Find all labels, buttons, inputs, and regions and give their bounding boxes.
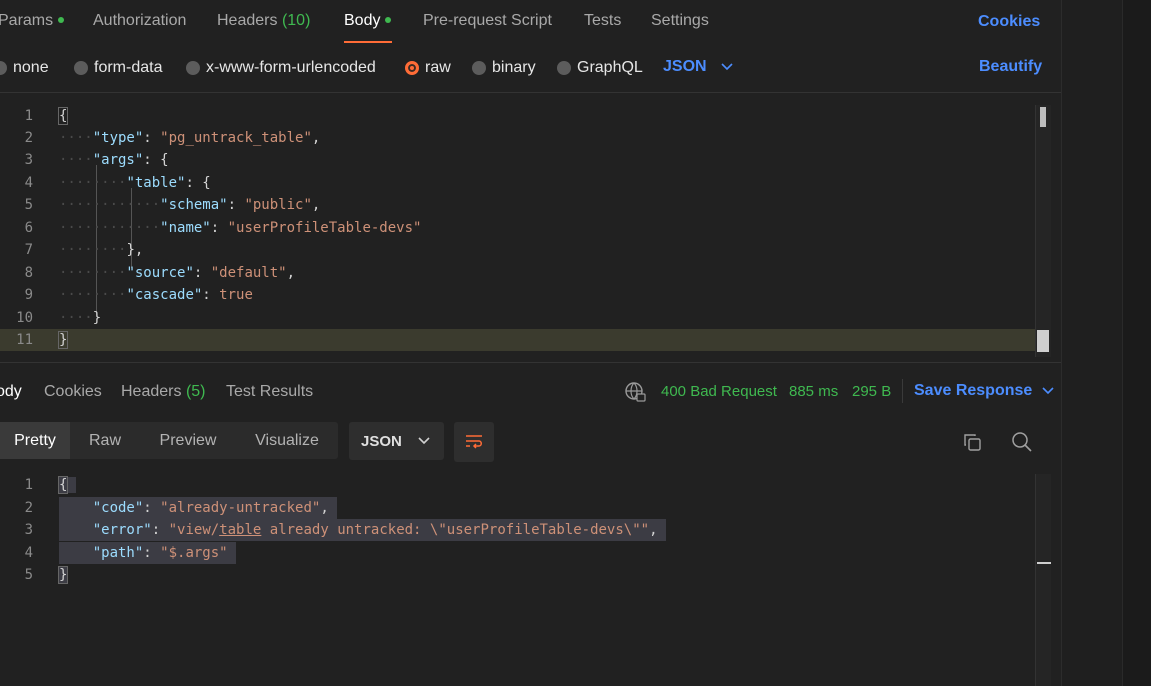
code-line: 5} bbox=[24, 566, 69, 584]
response-status[interactable]: 400 Bad Request bbox=[661, 383, 777, 400]
radio-form-data[interactable]: form-data bbox=[74, 58, 162, 78]
tab-test-results[interactable]: Test Results bbox=[226, 383, 313, 401]
copy-button[interactable] bbox=[960, 430, 984, 454]
tab-response-body[interactable]: ody bbox=[0, 383, 22, 401]
radio-circle-selected bbox=[405, 61, 419, 75]
tab-settings[interactable]: Settings bbox=[651, 12, 709, 30]
request-tabs: Params Authorization Headers (10) Body P… bbox=[0, 0, 1061, 44]
code-line: 3 ····"args": { bbox=[24, 152, 169, 168]
response-view-modes: Pretty Raw Preview Visualize bbox=[0, 422, 338, 459]
chevron-down-icon bbox=[1042, 387, 1054, 395]
headers-count: (10) bbox=[281, 12, 311, 29]
code-line: 4 ········"table": { bbox=[24, 175, 211, 191]
response-body-viewer[interactable]: 1{ 2 "code": "already-untracked", 3 "err… bbox=[0, 474, 1061, 686]
code-line: 10 ····} bbox=[16, 310, 102, 326]
request-response-panel: Params Authorization Headers (10) Body P… bbox=[0, 0, 1061, 686]
copy-icon bbox=[964, 434, 981, 451]
request-body-editor[interactable]: 1{ 2 ····"type": "pg_untrack_table", 3 ···… bbox=[0, 105, 1061, 357]
scrollbar-marker bbox=[1037, 562, 1051, 564]
preview-button[interactable]: Preview bbox=[140, 422, 236, 459]
response-size[interactable]: 295 B bbox=[852, 383, 891, 400]
request-editor-scrollbar[interactable] bbox=[1035, 105, 1051, 357]
tab-prerequest-script[interactable]: Pre-request Script bbox=[423, 12, 552, 30]
tab-tests[interactable]: Tests bbox=[584, 12, 621, 30]
code-line: 9 ········"cascade": true bbox=[24, 287, 253, 303]
body-format-select[interactable]: JSON bbox=[663, 58, 733, 76]
beautify-button[interactable]: Beautify bbox=[979, 58, 1042, 76]
search-icon bbox=[1012, 432, 1032, 452]
code-line: 1{ bbox=[24, 107, 69, 125]
save-response-button[interactable]: Save Response bbox=[914, 382, 1054, 400]
code-line-current: 11} bbox=[0, 329, 1035, 351]
visualize-button[interactable]: Visualize bbox=[236, 422, 338, 459]
wrap-lines-icon bbox=[466, 435, 482, 449]
divider bbox=[0, 362, 1061, 363]
wrap-lines-button[interactable] bbox=[454, 422, 494, 462]
code-line: 2 "code": "already-untracked", bbox=[0, 497, 1035, 519]
tab-headers[interactable]: Headers (10) bbox=[217, 12, 310, 30]
active-tab-underline bbox=[344, 41, 392, 43]
tab-authorization[interactable]: Authorization bbox=[93, 12, 186, 30]
code-line: 3 "error": "view/table already untracked… bbox=[0, 519, 1035, 541]
radio-circle bbox=[557, 61, 571, 75]
divider bbox=[0, 92, 1061, 93]
code-line: 6 ············"name": "userProfileTable-d… bbox=[24, 220, 422, 236]
radio-circle bbox=[472, 61, 486, 75]
right-sidebar bbox=[1122, 0, 1151, 686]
code-line: 7 ········}, bbox=[24, 242, 144, 258]
response-headers-count: (5) bbox=[185, 383, 206, 400]
tab-response-cookies[interactable]: Cookies bbox=[44, 383, 102, 401]
radio-circle bbox=[186, 61, 200, 75]
body-type-options: none form-data x-www-form-urlencoded raw… bbox=[0, 52, 1061, 84]
radio-graphql[interactable]: GraphQL bbox=[557, 58, 643, 78]
code-line: 2 ····"type": "pg_untrack_table", bbox=[24, 130, 321, 146]
body-indicator-dot bbox=[385, 16, 392, 23]
search-button[interactable] bbox=[1010, 430, 1034, 454]
radio-circle bbox=[74, 61, 88, 75]
code-line: 4 "path": "$.args" bbox=[0, 542, 1035, 564]
globe-icon[interactable] bbox=[624, 381, 646, 403]
code-line: 1{ bbox=[0, 474, 1035, 496]
response-viewer-scrollbar[interactable] bbox=[1035, 474, 1051, 686]
chevron-down-icon bbox=[418, 437, 430, 445]
cookies-link[interactable]: Cookies bbox=[978, 13, 1040, 31]
chevron-down-icon bbox=[721, 63, 733, 71]
code-line: 8 ········"source": "default", bbox=[24, 265, 296, 281]
params-indicator-dot bbox=[58, 16, 65, 23]
divider bbox=[902, 379, 903, 403]
tab-response-headers[interactable]: Headers (5) bbox=[121, 383, 206, 401]
tab-body[interactable]: Body bbox=[344, 12, 392, 30]
radio-none[interactable]: none bbox=[0, 58, 49, 78]
response-format-select[interactable]: JSON bbox=[349, 422, 444, 460]
code-line: 5 ············"schema": "public", bbox=[24, 197, 321, 213]
scrollbar-marker bbox=[1037, 330, 1049, 352]
radio-raw[interactable]: raw bbox=[405, 58, 451, 78]
radio-circle bbox=[0, 61, 7, 75]
response-time[interactable]: 885 ms bbox=[789, 383, 838, 400]
radio-binary[interactable]: binary bbox=[472, 58, 536, 78]
pretty-button[interactable]: Pretty bbox=[0, 422, 70, 459]
side-gutter bbox=[1061, 0, 1122, 686]
scrollbar-thumb[interactable] bbox=[1040, 107, 1046, 127]
tab-params[interactable]: Params bbox=[0, 12, 65, 30]
raw-button[interactable]: Raw bbox=[70, 422, 140, 459]
radio-urlencoded[interactable]: x-www-form-urlencoded bbox=[186, 58, 376, 78]
